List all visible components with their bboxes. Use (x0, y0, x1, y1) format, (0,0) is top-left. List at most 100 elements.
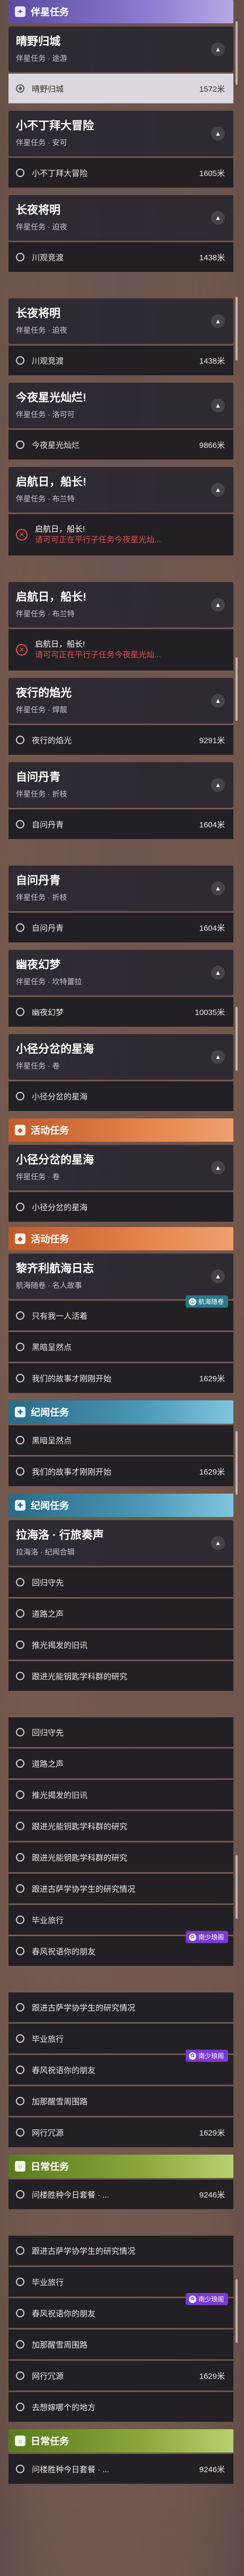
objective-row[interactable]: 网行冗源 1629米 (8, 2118, 233, 2147)
objective-row[interactable]: 加那醒雪周围路 (8, 2330, 233, 2359)
scrollbar[interactable] (236, 657, 238, 721)
chevron-up-icon[interactable]: ▲ (211, 42, 225, 56)
scrollbar[interactable] (236, 1431, 238, 1495)
objective-row[interactable]: 我们的故事才刚刚开始 1629米 (8, 1363, 233, 1393)
quest-card-q6[interactable]: 夜行的焰光 伴星任务 · 焊靓 ▲ (8, 678, 233, 724)
quest-title: 晴野归城 (16, 36, 60, 48)
objective-row[interactable]: 问楼胜种今日套餐 · ... 9246米 (8, 2454, 233, 2484)
objective-row[interactable]: 毕业旅行 (8, 2267, 233, 2297)
quest-card-q10[interactable]: 黎齐利航海日志 航海随卷 · 名人故事 ▲ (8, 1254, 233, 1299)
quest-title: 长夜将明 (16, 307, 60, 320)
objective-row[interactable]: 春风祝语你的朋友 ✿ 南少琅阁 (8, 1931, 233, 1966)
objective-row[interactable]: 自问丹青 1604米 (8, 913, 233, 942)
distance: 10035米 (195, 1008, 225, 1017)
companion-tasks-header: ✦ 伴星任务 (8, 0, 233, 23)
objective-row[interactable]: 加那醒雪周围路 (8, 2086, 233, 2116)
blocked-objective-row[interactable]: ✕ 启航日，船长! 请可可正在平行子任务今夜星光灿... (8, 514, 233, 555)
objective-row[interactable]: 道路之声 (8, 1599, 233, 1628)
objective-text: 去想嫁哪个的地方 (32, 2403, 96, 2412)
objective-row[interactable]: 幽夜幻梦 10035米 (8, 997, 233, 1027)
badge-label: 航海随卷 (198, 1298, 224, 1305)
quest-sub: 伴星任务 · 布兰特 (16, 610, 75, 618)
objective-row[interactable]: 跟进古萨学协学生的研究情况 (8, 1992, 233, 2022)
objective-row[interactable]: 跟进光能钥匙学科群的研究 (8, 1811, 233, 1841)
objective-row[interactable]: 毕业旅行 (8, 2024, 233, 2053)
chevron-up-icon[interactable]: ▲ (211, 881, 225, 895)
objective-row[interactable]: 推光揭发的旧讯 (8, 1630, 233, 1660)
blocked-icon: ✕ (16, 644, 28, 656)
quest-card-q7[interactable]: 自问丹青 伴星任务 · 折枝 ▲ (8, 762, 233, 808)
objective-text: 道路之声 (32, 1759, 64, 1769)
objective-row[interactable]: 春风祝语你的朋友 ✿ 南少琅阁 (8, 2050, 233, 2085)
objective-row[interactable]: 去想嫁哪个的地方 (8, 2392, 233, 2422)
objective-circle-icon (16, 1884, 24, 1893)
region-badge: ✿ 南少琅阁 (185, 1931, 228, 1943)
objective-row[interactable]: 小径分岔的星海 (8, 1081, 233, 1111)
objective-text: 毕业旅行 (32, 2278, 64, 2287)
objective-row[interactable]: 跟进光能钥匙学科群的研究 (8, 1842, 233, 1872)
quest-card-q4[interactable]: 今夜星光灿烂! 伴星任务 · 洛可可 ▲ (8, 383, 233, 428)
quest-card-q9-repeat[interactable]: 小径分岔的星海 伴星任务 · 卷 ▲ (8, 1145, 233, 1190)
objective-row[interactable]: 晴野归城 1572米 (8, 74, 233, 103)
chevron-up-icon[interactable]: ▲ (211, 211, 225, 225)
chevron-up-icon[interactable]: ▲ (211, 483, 225, 497)
chevron-up-icon[interactable]: ▲ (211, 314, 225, 328)
objective-text: 跟进古萨学协学生的研究情况 (32, 2246, 136, 2256)
objective-row[interactable]: 小不丁拜大冒险 1605米 (8, 158, 233, 188)
chevron-up-icon[interactable]: ▲ (211, 966, 225, 980)
objective-row[interactable]: 道路之声 (8, 1749, 233, 1778)
chevron-up-icon[interactable]: ▲ (211, 1161, 225, 1175)
chevron-up-icon[interactable]: ▲ (211, 399, 225, 412)
chevron-up-icon[interactable]: ▲ (211, 1536, 225, 1550)
objective-row[interactable]: 回归守先 (8, 1567, 233, 1597)
objective-row[interactable]: 网行冗源 1629米 (8, 2361, 233, 2390)
chevron-up-icon[interactable]: ▲ (211, 598, 225, 612)
objective-row[interactable]: 川观竞渡 1438米 (8, 242, 233, 272)
objective-row[interactable]: 问楼胜种今日套餐 · ... 9246米 (8, 2180, 233, 2209)
header-label: 纪闻任务 (31, 1501, 69, 1511)
quest-card-q3-repeat[interactable]: 长夜将明 伴星任务 · 迫夜 ▲ (8, 298, 233, 344)
chevron-up-icon[interactable]: ▲ (211, 1050, 225, 1064)
scrollbar[interactable] (236, 21, 238, 85)
quest-card-q3[interactable]: 长夜将明 伴星任务 · 迫夜 ▲ (8, 195, 233, 241)
objective-row[interactable]: 跟进光能钥匙学科群的研究 (8, 1661, 233, 1691)
objective-row[interactable]: 毕业旅行 (8, 1905, 233, 1935)
chevron-up-icon[interactable]: ▲ (211, 778, 225, 792)
quest-card-q11[interactable]: 拉海洛 · 行旅奏声 拉海洛 · 纪闻合辑 ▲ (8, 1520, 233, 1566)
objective-row[interactable]: 今夜星光灿烂 9866米 (8, 430, 233, 460)
badge-label: 南少琅阁 (198, 2052, 224, 2060)
objective-row[interactable]: 黑暗呈然点 (8, 1425, 233, 1455)
objective-row[interactable]: 夜行的焰光 9291米 (8, 725, 233, 755)
objective-text: 网行冗源 (32, 2371, 64, 2381)
quest-title: 黎齐利航海日志 (16, 1263, 94, 1275)
objective-row[interactable]: 川观竞渡 1438米 (8, 346, 233, 375)
objective-row[interactable]: 我们的故事才刚刚开始 1629米 (8, 1457, 233, 1486)
quest-card-q5-repeat[interactable]: 启航日，船长! 伴星任务 · 布兰特 ▲ (8, 582, 233, 628)
quest-card-q5[interactable]: 启航日，船长! 伴星任务 · 布兰特 ▲ (8, 467, 233, 513)
quest-card-q9[interactable]: 小径分岔的星海 伴星任务 · 卷 ▲ (8, 1034, 233, 1080)
quest-card-q2[interactable]: 小不丁拜大冒险 伴星任务 · 安可 ▲ (8, 111, 233, 156)
quest-card-q1[interactable]: 晴野归城 伴星任务 · 途游 ▲ (8, 27, 233, 72)
objective-row[interactable]: 回归守先 (8, 1717, 233, 1747)
scrollbar[interactable] (236, 1007, 238, 1071)
scrollbar[interactable] (236, 297, 238, 360)
objective-row[interactable]: 跟进古萨学协学生的研究情况 (8, 2236, 233, 2265)
objective-row[interactable]: 春风祝语你的朋友 ✿ 南少琅阁 (8, 2293, 233, 2328)
chevron-up-icon[interactable]: ▲ (211, 1269, 225, 1283)
objective-row[interactable]: 只有我一人活着 ⚓ 航海随卷 (8, 1295, 233, 1330)
objective-row[interactable]: 推光揭发的旧讯 (8, 1780, 233, 1810)
quest-card-q7-repeat[interactable]: 自问丹青 伴星任务 · 折枝 ▲ (8, 866, 233, 911)
chevron-up-icon[interactable]: ▲ (211, 127, 225, 140)
objective-row[interactable]: 小径分岔的星海 (8, 1192, 233, 1222)
objective-row[interactable]: 黑暗呈然点 (8, 1332, 233, 1362)
objective-row[interactable]: 自问丹青 1604米 (8, 809, 233, 839)
objective-text: 只有我一人活着 (32, 1311, 88, 1321)
distance: 1629米 (199, 1467, 225, 1477)
blocked-objective-row[interactable]: ✕ 启航日，船长! 请可可正在平行子任务今夜星光灿... (8, 629, 233, 671)
chevron-up-icon[interactable]: ▲ (211, 694, 225, 708)
quest-card-q8[interactable]: 幽夜幻梦 伴星任务 · 坎特蕾拉 ▲ (8, 950, 233, 995)
scrollbar[interactable] (236, 2279, 238, 2343)
scrollbar[interactable] (236, 1855, 238, 1919)
quest-sub: 伴星任务 · 卷 (16, 1062, 60, 1070)
objective-row[interactable]: 跟进古萨学协学生的研究情况 (8, 1874, 233, 1903)
